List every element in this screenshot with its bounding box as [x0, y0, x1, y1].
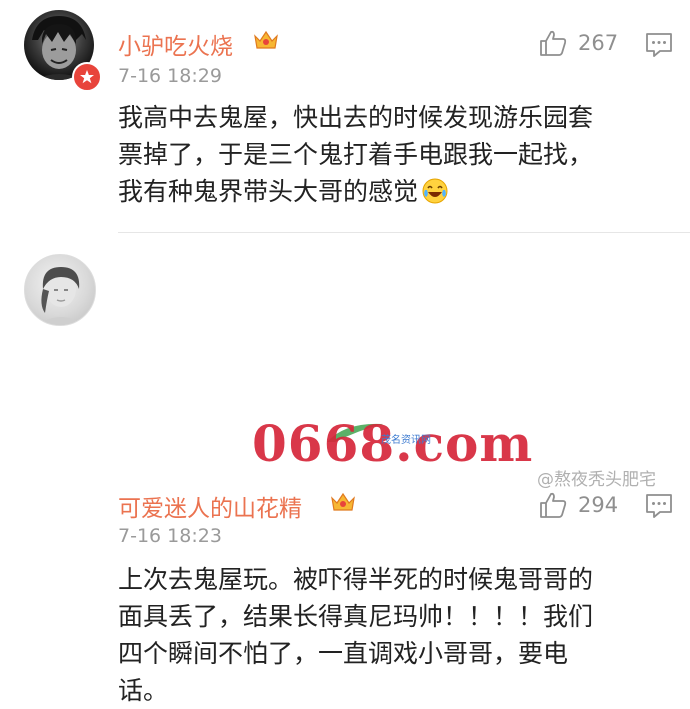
verified-badge-icon: [72, 62, 102, 92]
user-avatar[interactable]: [24, 254, 96, 326]
comment-text: 上次去鬼屋玩。被吓得半死的时候鬼哥哥的 面具丢了，结果长得真尼玛帅！！！！我们 …: [118, 561, 658, 709]
comment-time: 7-16 18:29: [118, 65, 222, 87]
like-count: 267: [578, 31, 619, 55]
thumbs-up-icon[interactable]: [538, 28, 568, 58]
thumbs-up-icon[interactable]: [538, 490, 568, 520]
comment-time: 7-16 18:23: [118, 525, 222, 547]
comment-line: 我有种鬼界带头大哥的感觉: [118, 173, 658, 210]
comment-line: 四个瞬间不怕了，一直调戏小哥哥，要电: [118, 639, 569, 668]
comment-line: 我高中去鬼屋，快出去的时候发现游乐园套: [118, 103, 594, 132]
laughing-crying-emoji: [422, 178, 448, 204]
comment-item: 小驴吃火烧 7-16 18:29 267 我高中去鬼屋，快出去的时候发现游乐园套…: [0, 0, 690, 232]
username-text[interactable]: 可爱迷人的山花精: [118, 496, 302, 522]
comment-line: 票掉了，于是三个鬼打着手电跟我一起找，: [118, 140, 594, 169]
comment-line: 上次去鬼屋玩。被吓得半死的时候鬼哥哥的: [118, 565, 594, 594]
comment-line-text: 我有种鬼界带头大哥的感觉: [118, 177, 419, 206]
vip-crown-icon: [254, 30, 278, 49]
username[interactable]: 小驴吃火烧: [118, 27, 233, 61]
comment-bubble-icon[interactable]: [645, 32, 673, 58]
comment-line: 面具丢了，结果长得真尼玛帅！！！！我们: [118, 602, 594, 631]
site-watermark-subtitle: 茂名资讯网: [381, 435, 431, 446]
comment-line: 话。: [118, 676, 169, 705]
comment-text: 我高中去鬼屋，快出去的时候发现游乐园套 票掉了，于是三个鬼打着手电跟我一起找， …: [118, 99, 658, 210]
vip-crown-icon: [331, 492, 355, 511]
weibo-handle-watermark: @熬夜秃头肥宅: [537, 470, 656, 490]
username[interactable]: 可爱迷人的山花精: [118, 489, 302, 523]
